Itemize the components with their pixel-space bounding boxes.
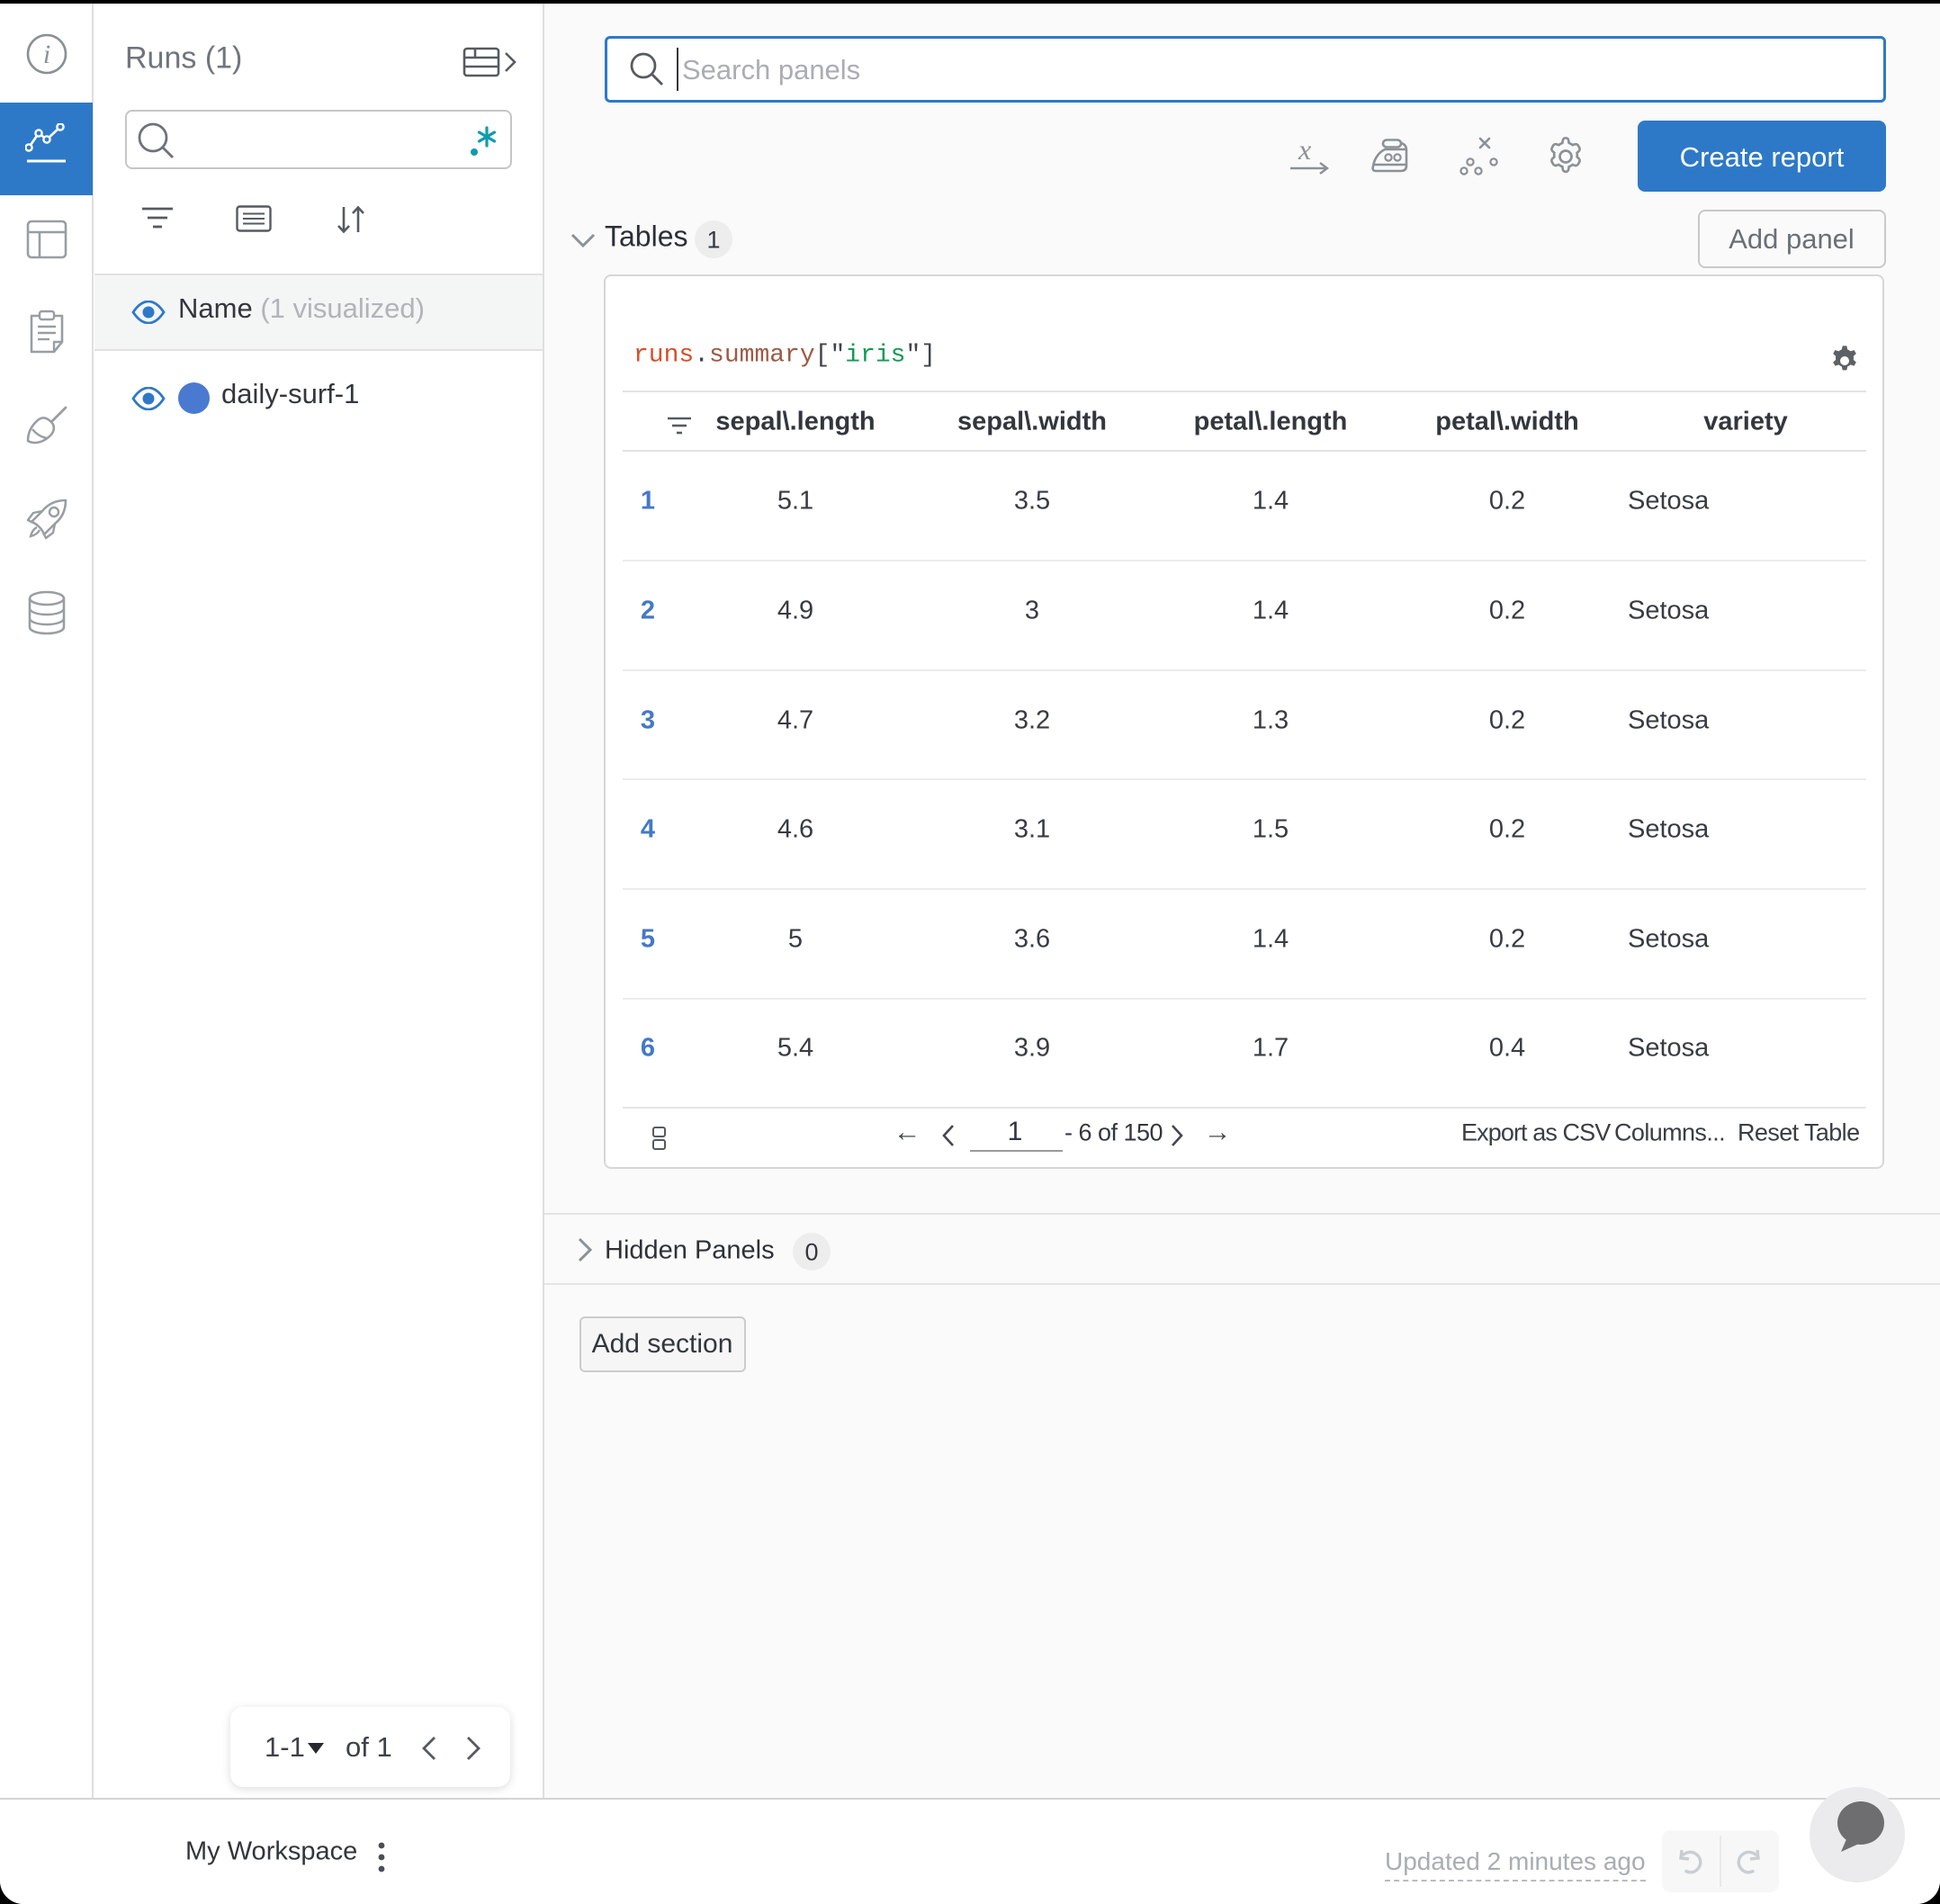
svg-text:x: x — [1298, 135, 1311, 166]
svg-text:i: i — [43, 40, 50, 69]
